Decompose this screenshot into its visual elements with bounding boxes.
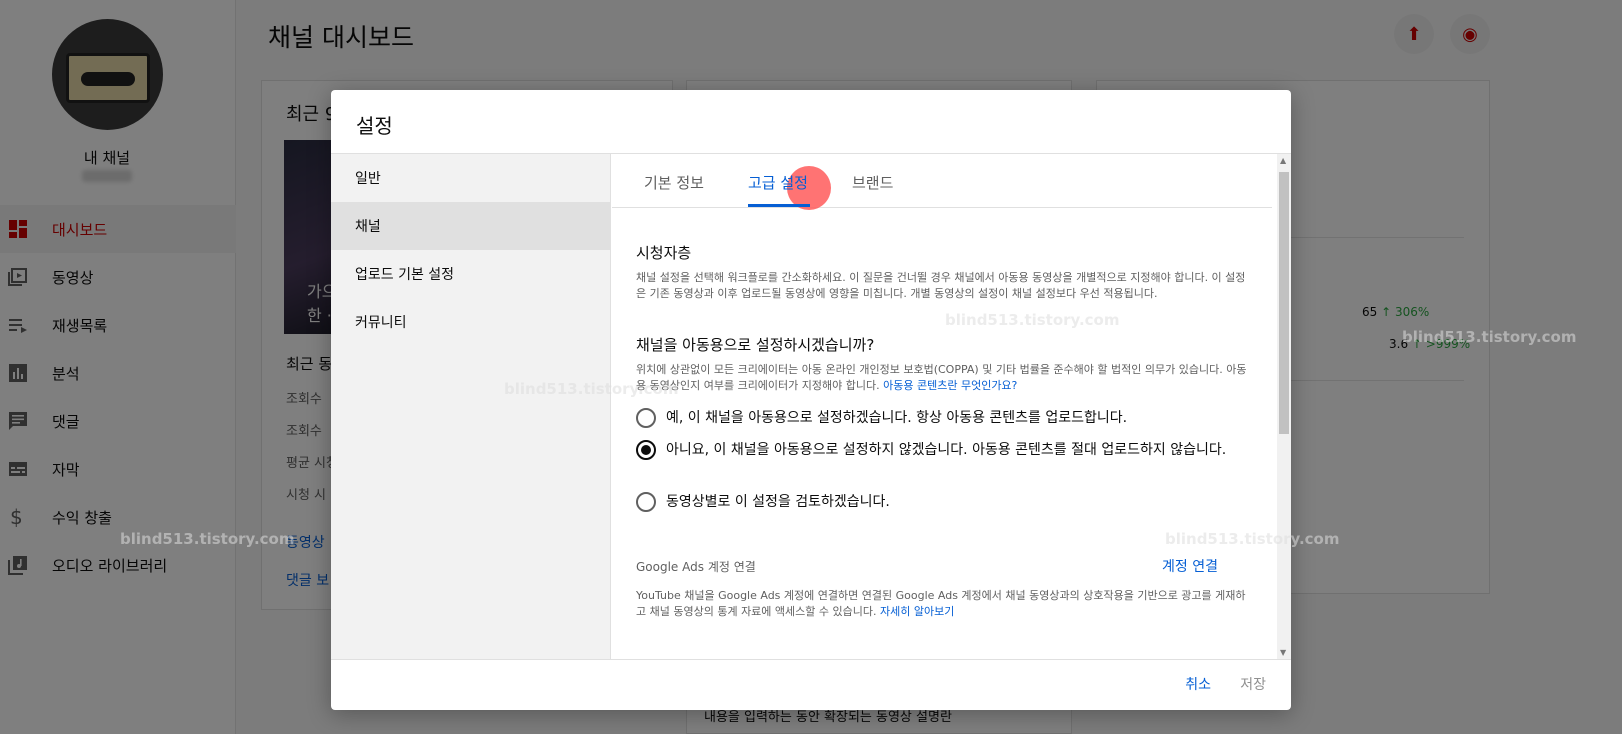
audience-description: 채널 설정을 선택해 워크플로를 간소화하세요. 이 질문을 건너뛸 경우 채널… bbox=[636, 271, 1246, 300]
tab-branding[interactable]: 브랜드 bbox=[852, 172, 893, 193]
watermark: blind513.tistory.com bbox=[120, 530, 295, 548]
tab-basic-info[interactable]: 기본 정보 bbox=[644, 172, 704, 193]
tab-advanced-settings[interactable]: 고급 설정 bbox=[748, 172, 808, 193]
save-button[interactable]: 저장 bbox=[1240, 674, 1266, 694]
settings-nav: 일반 채널 업로드 기본 설정 커뮤니티 bbox=[331, 154, 611, 659]
scrollbar[interactable]: ▲ ▼ bbox=[1277, 154, 1291, 659]
cancel-button[interactable]: 취소 bbox=[1185, 674, 1211, 694]
option-label: 아니요, 이 채널을 아동용으로 설정하지 않겠습니다. 아동용 콘텐츠를 절대… bbox=[666, 442, 1227, 458]
option-not-made-for-kids[interactable]: 아니요, 이 채널을 아동용으로 설정하지 않겠습니다. 아동용 콘텐츠를 절대… bbox=[636, 440, 1256, 460]
coppa-description: 위치에 상관없이 모든 크리에이터는 아동 온라인 개인정보 보호법(COPPA… bbox=[636, 363, 1247, 392]
dialog-footer: 취소 저장 bbox=[331, 660, 1291, 710]
link-account-button[interactable]: 계정 연결 bbox=[1162, 556, 1218, 576]
settings-nav-general[interactable]: 일반 bbox=[331, 154, 610, 202]
option-label: 예, 이 채널을 아동용으로 설정하겠습니다. 항상 아동용 콘텐츠를 업로드합… bbox=[666, 410, 1128, 426]
audience-title: 시청자층 bbox=[636, 244, 692, 262]
settings-nav-community[interactable]: 커뮤니티 bbox=[331, 298, 610, 346]
dialog-title: 설정 bbox=[356, 114, 393, 138]
google-ads-title: Google Ads 계정 연결 bbox=[636, 560, 756, 574]
settings-content: 기본 정보 고급 설정 브랜드 시청자층 채널 설정을 선택해 워크플로를 간소… bbox=[612, 154, 1291, 659]
watermark: blind513.tistory.com bbox=[1402, 328, 1577, 346]
watermark: blind513.tistory.com bbox=[1165, 530, 1340, 548]
radio-button[interactable] bbox=[636, 492, 656, 512]
option-made-for-kids[interactable]: 예, 이 채널을 아동용으로 설정하겠습니다. 항상 아동용 콘텐츠를 업로드합… bbox=[636, 408, 1256, 428]
watermark: blind513.tistory.com bbox=[945, 311, 1120, 329]
option-label: 동영상별로 이 설정을 검토하겠습니다. bbox=[666, 494, 890, 510]
option-review-per-video[interactable]: 동영상별로 이 설정을 검토하겠습니다. bbox=[636, 492, 1256, 512]
scroll-up-arrow-icon[interactable]: ▲ bbox=[1280, 156, 1286, 165]
tab-bar: 기본 정보 고급 설정 브랜드 bbox=[612, 154, 1272, 210]
google-ads-description: YouTube 채널을 Google Ads 계정에 연결하면 연결된 Goog… bbox=[636, 589, 1246, 618]
learn-more-link[interactable]: 자세히 알아보기 bbox=[880, 605, 954, 618]
settings-nav-channel[interactable]: 채널 bbox=[331, 202, 610, 250]
radio-button[interactable] bbox=[636, 408, 656, 428]
settings-nav-upload-defaults[interactable]: 업로드 기본 설정 bbox=[331, 250, 610, 298]
active-tab-indicator bbox=[748, 204, 810, 207]
settings-dialog: 설정 일반 채널 업로드 기본 설정 커뮤니티 기본 정보 고급 설정 브랜드 … bbox=[331, 90, 1291, 710]
radio-button-selected[interactable] bbox=[636, 440, 656, 460]
kids-content-link[interactable]: 아동용 콘텐츠란 무엇인가요? bbox=[883, 379, 1017, 392]
made-for-kids-question: 채널을 아동용으로 설정하시겠습니까? bbox=[636, 336, 875, 354]
scroll-down-arrow-icon[interactable]: ▼ bbox=[1280, 648, 1286, 657]
watermark: blind513.tistory.com bbox=[504, 380, 679, 398]
scrollbar-thumb[interactable] bbox=[1279, 172, 1289, 434]
